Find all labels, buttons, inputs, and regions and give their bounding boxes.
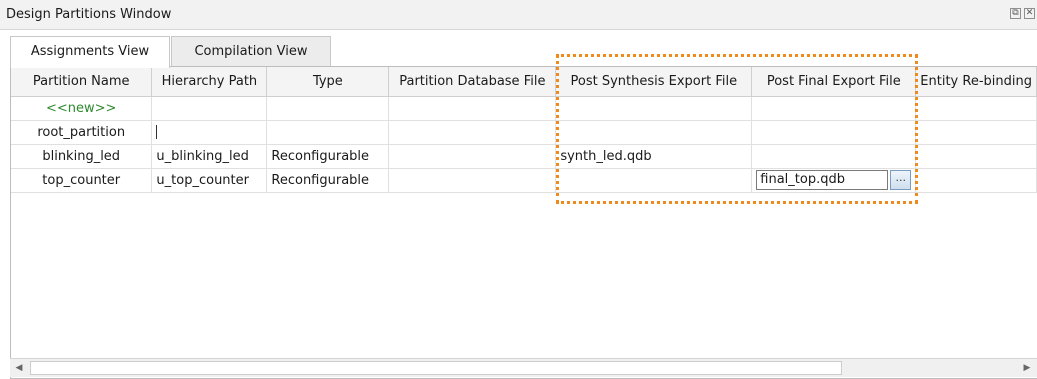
table-cell[interactable] — [151, 96, 268, 121]
table-header-row: Partition Name Hierarchy Path Type Parti… — [11, 67, 1037, 97]
column-header-post-final-export-file[interactable]: Post Final Export File — [751, 67, 917, 97]
browse-button[interactable]: ... — [890, 170, 912, 190]
tab-assignments-view[interactable]: Assignments View — [10, 36, 170, 68]
scroll-right-icon[interactable]: ▶ — [1020, 361, 1034, 375]
horizontal-scrollbar[interactable]: ◀ ▶ — [10, 358, 1037, 377]
column-header-partition-database-file[interactable]: Partition Database File — [388, 67, 557, 97]
post-final-export-input[interactable]: final_top.qdb — [756, 170, 889, 190]
column-header-partition-name[interactable]: Partition Name — [11, 67, 153, 97]
restore-icon[interactable]: ⧉ — [1010, 8, 1021, 19]
partitions-table-panel: Partition Name Hierarchy Path Type Parti… — [10, 66, 1037, 379]
partitions-table: Partition Name Hierarchy Path Type Parti… — [11, 67, 1037, 193]
text-cursor — [156, 125, 158, 139]
hierarchy-path-cell[interactable]: u_blinking_led — [151, 144, 268, 169]
rebinding-cell[interactable] — [915, 168, 1037, 193]
post-final-cell[interactable] — [751, 120, 917, 145]
hierarchy-path-cell[interactable]: u_top_counter — [151, 168, 268, 193]
rebinding-cell[interactable] — [915, 120, 1037, 145]
type-cell[interactable]: Reconfigurable — [266, 168, 390, 193]
partition-db-cell[interactable] — [388, 144, 557, 169]
window-title: Design Partitions Window — [6, 7, 172, 22]
close-icon[interactable]: ✕ — [1024, 8, 1035, 19]
post-final-cell[interactable] — [751, 144, 917, 169]
partition-name-cell[interactable]: top_counter — [11, 168, 153, 193]
column-header-entity-re-binding[interactable]: Entity Re-binding — [915, 67, 1037, 97]
tab-compilation-view[interactable]: Compilation View — [171, 36, 331, 67]
scrollbar-thumb[interactable] — [30, 361, 842, 375]
post-synthesis-cell[interactable] — [555, 120, 753, 145]
table-row-new[interactable]: <<new>> — [11, 96, 1037, 121]
partition-db-cell[interactable] — [388, 120, 557, 145]
scroll-left-icon[interactable]: ◀ — [12, 361, 26, 375]
column-header-type[interactable]: Type — [266, 67, 390, 97]
table-cell[interactable] — [388, 96, 557, 121]
hierarchy-path-cell[interactable] — [151, 120, 268, 145]
rebinding-cell[interactable] — [915, 144, 1037, 169]
table-row[interactable]: blinking_led u_blinking_led Reconfigurab… — [11, 144, 1037, 169]
post-final-cell[interactable]: final_top.qdb... — [751, 168, 917, 193]
window-titlebar: Design Partitions Window ⧉ ✕ — [0, 0, 1037, 30]
post-synthesis-cell[interactable]: synth_led.qdb — [555, 144, 753, 169]
table-cell[interactable] — [751, 96, 917, 121]
column-header-post-synthesis-export-file[interactable]: Post Synthesis Export File — [555, 67, 753, 97]
table-cell[interactable] — [266, 96, 390, 121]
post-synthesis-cell[interactable] — [555, 168, 753, 193]
type-cell[interactable] — [266, 120, 390, 145]
table-row[interactable]: top_counter u_top_counter Reconfigurable… — [11, 168, 1037, 193]
type-cell[interactable]: Reconfigurable — [266, 144, 390, 169]
new-partition-cell[interactable]: <<new>> — [11, 96, 153, 121]
table-cell[interactable] — [915, 96, 1037, 121]
partition-name-cell[interactable]: blinking_led — [11, 144, 153, 169]
view-tabs: Assignments View Compilation View — [0, 30, 1037, 68]
table-row[interactable]: root_partition — [11, 120, 1037, 145]
table-cell[interactable] — [555, 96, 753, 121]
column-header-hierarchy-path[interactable]: Hierarchy Path — [151, 67, 268, 97]
partition-db-cell[interactable] — [388, 168, 557, 193]
partition-name-cell[interactable]: root_partition — [11, 120, 153, 145]
